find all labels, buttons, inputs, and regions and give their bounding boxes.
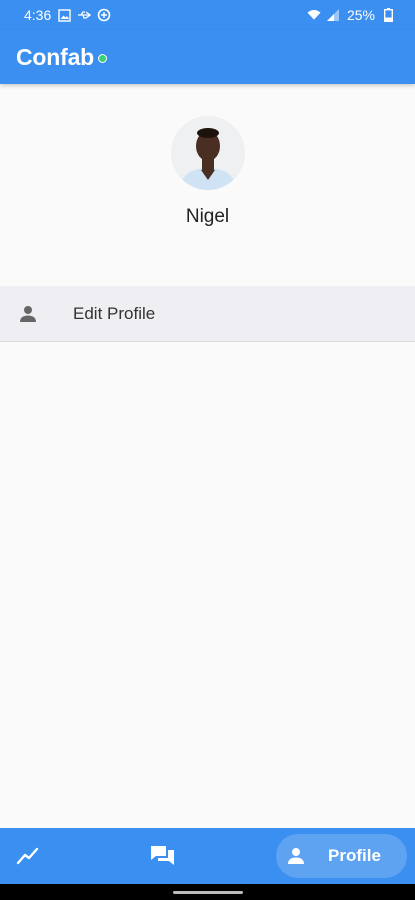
battery-icon bbox=[381, 8, 395, 22]
data-saver-icon bbox=[97, 8, 111, 22]
battery-percent: 25% bbox=[346, 7, 375, 23]
avatar[interactable] bbox=[170, 116, 245, 190]
trending-icon bbox=[16, 844, 40, 868]
signal-icon bbox=[327, 8, 341, 22]
gesture-bar bbox=[0, 884, 415, 900]
nav-trends[interactable] bbox=[16, 844, 40, 868]
person-icon bbox=[18, 304, 38, 324]
profile-name: Nigel bbox=[185, 206, 230, 227]
nav-chats[interactable] bbox=[150, 844, 176, 868]
app-bar: Confab bbox=[0, 30, 415, 84]
status-bar: 4:36 25% bbox=[0, 0, 415, 30]
chat-icon bbox=[150, 844, 176, 868]
image-icon bbox=[57, 8, 71, 22]
app-title: Confab bbox=[16, 43, 95, 70]
status-time: 4:36 bbox=[24, 7, 52, 23]
wifi-icon bbox=[307, 8, 321, 22]
online-status-dot bbox=[98, 53, 108, 63]
nav-profile[interactable]: Profile bbox=[276, 834, 407, 878]
person-icon bbox=[286, 846, 306, 866]
status-right: 25% bbox=[307, 7, 395, 23]
nav-profile-label: Profile bbox=[328, 846, 381, 865]
profile-header: Nigel bbox=[0, 116, 415, 228]
bottom-nav: Profile bbox=[0, 828, 415, 884]
edit-profile-item[interactable]: Edit Profile bbox=[0, 286, 415, 342]
home-handle[interactable] bbox=[172, 890, 243, 894]
edit-profile-label: Edit Profile bbox=[73, 303, 156, 323]
usb-icon bbox=[77, 8, 92, 22]
status-left: 4:36 bbox=[24, 7, 111, 23]
